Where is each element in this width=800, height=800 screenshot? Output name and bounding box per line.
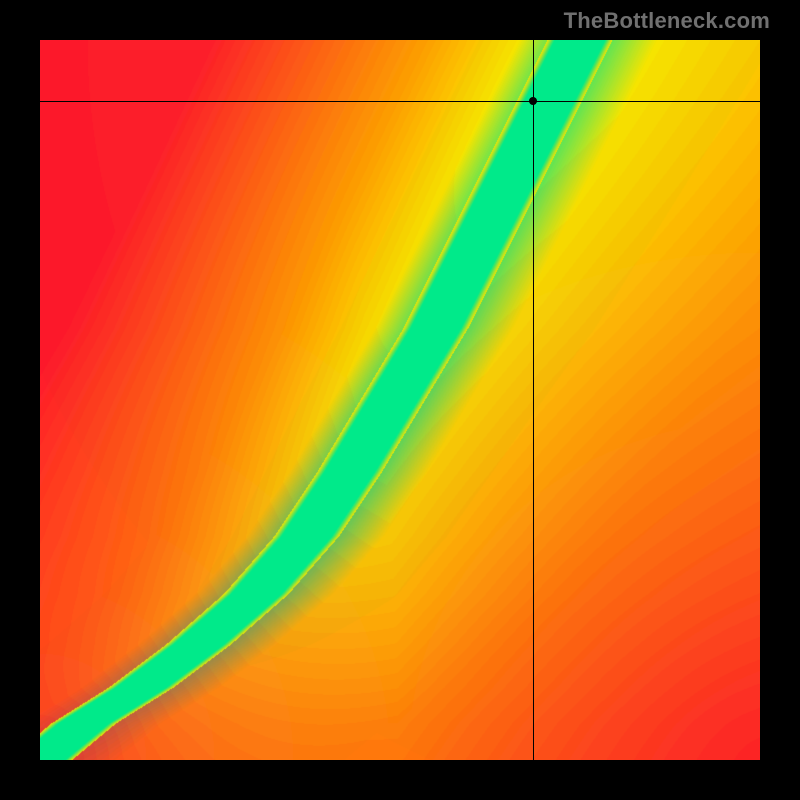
watermark-text: TheBottleneck.com (564, 8, 770, 34)
crosshair-horizontal (40, 101, 760, 102)
heatmap-canvas (40, 40, 760, 760)
plot-area (40, 40, 760, 760)
chart-container: TheBottleneck.com (0, 0, 800, 800)
marker-dot (529, 97, 537, 105)
crosshair-vertical (533, 40, 534, 760)
